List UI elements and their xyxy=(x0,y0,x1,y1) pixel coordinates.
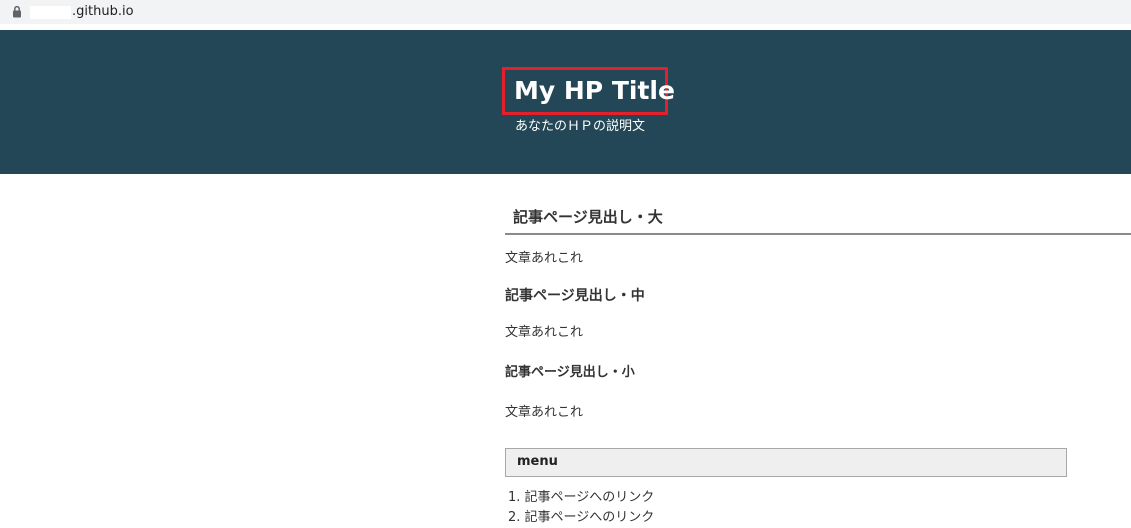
heading-medium: 記事ページ見出し・中 xyxy=(505,288,645,304)
paragraph-3: 文章あれこれ xyxy=(505,405,584,420)
menu-item: 2. 記事ページへのリンク xyxy=(508,508,654,528)
browser-address-bar[interactable]: .github.io xyxy=(0,0,1131,24)
menu-item-number: 1. xyxy=(508,490,521,505)
heading-large: 記事ページ見出し・大 xyxy=(513,208,663,226)
lock-icon xyxy=(13,5,21,18)
url-text[interactable]: .github.io xyxy=(72,3,134,21)
menu-label: menu xyxy=(517,454,558,469)
menu-item-link[interactable]: 記事ページへのリンク xyxy=(525,510,655,525)
url-redaction xyxy=(30,6,71,19)
menu-item: 1. 記事ページへのリンク xyxy=(508,488,654,508)
menu-header: menu xyxy=(505,448,1067,477)
heading-underline xyxy=(505,233,1131,235)
site-title[interactable]: My HP Title xyxy=(514,74,675,108)
menu-list: 1. 記事ページへのリンク 2. 記事ページへのリンク xyxy=(508,488,654,528)
site-description: あなたのＨＰの説明文 xyxy=(515,119,646,134)
menu-item-number: 2. xyxy=(508,510,521,525)
heading-small: 記事ページ見出し・小 xyxy=(505,365,635,380)
paragraph-1: 文章あれこれ xyxy=(505,251,584,266)
site-header: My HP Title あなたのＨＰの説明文 xyxy=(0,30,1131,174)
paragraph-2: 文章あれこれ xyxy=(505,325,584,340)
menu-item-link[interactable]: 記事ページへのリンク xyxy=(525,490,655,505)
